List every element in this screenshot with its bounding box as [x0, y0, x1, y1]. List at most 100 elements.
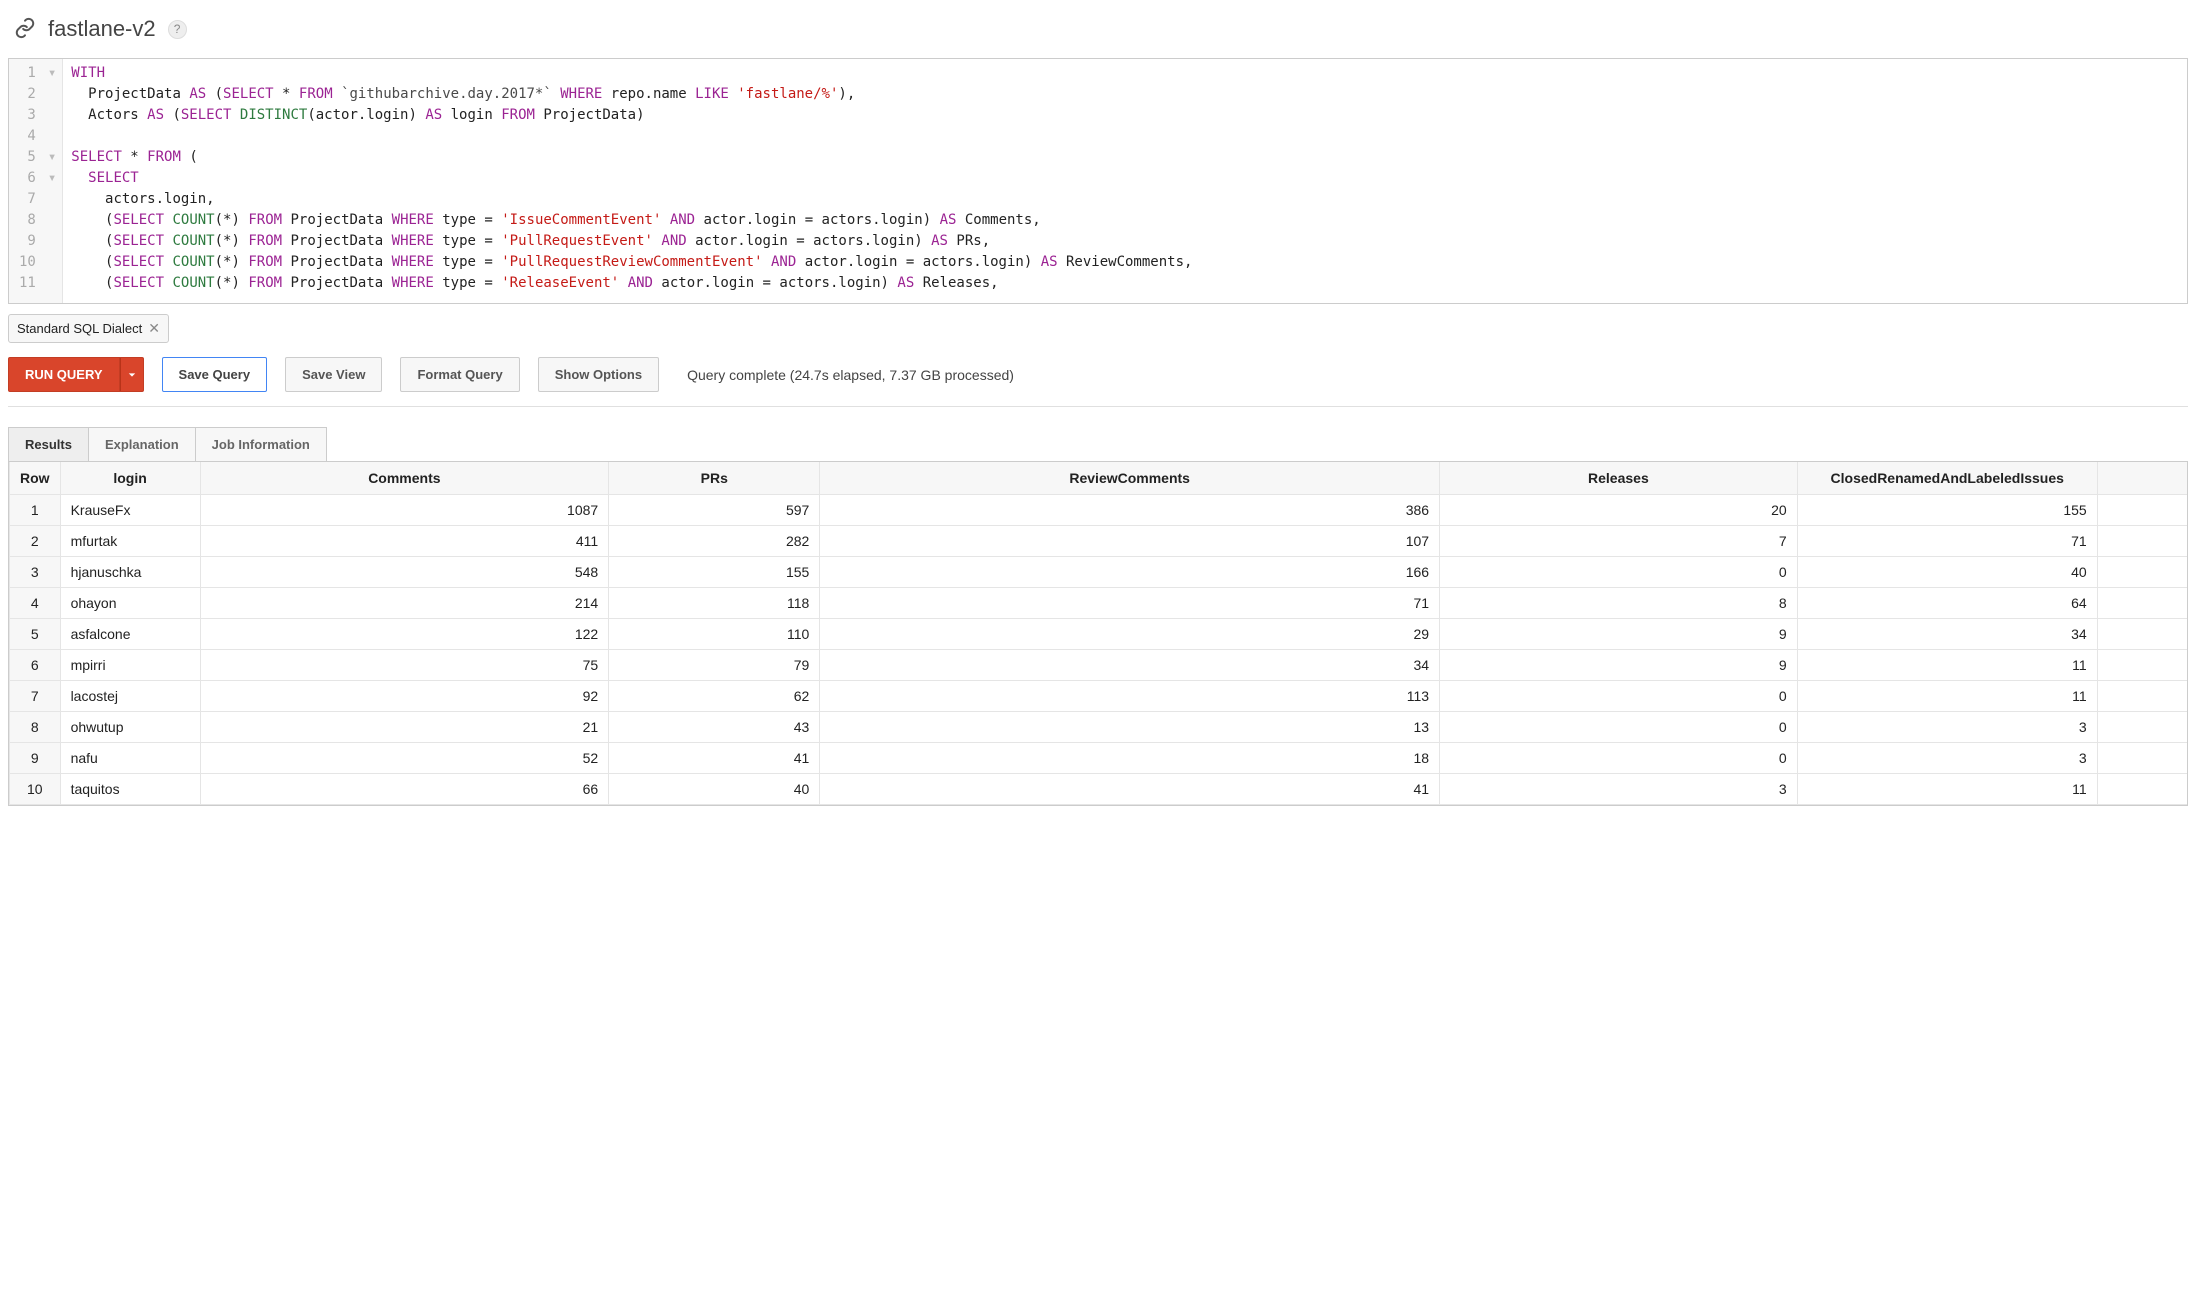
table-row[interactable]: 8ohwutup21431303 — [10, 712, 2188, 743]
cell: 548 — [200, 557, 609, 588]
editor-code[interactable]: WITH ProjectData AS (SELECT * FROM `gith… — [63, 59, 2187, 303]
cell: lacostej — [60, 681, 200, 712]
cell: 10 — [10, 774, 61, 805]
divider — [8, 406, 2188, 407]
cell: 3 — [1797, 743, 2097, 774]
table-row[interactable]: 9nafu52411803 — [10, 743, 2188, 774]
close-icon[interactable]: ✕ — [148, 320, 160, 337]
cell: 43 — [609, 712, 820, 743]
cell: 40 — [1797, 557, 2097, 588]
table-row[interactable]: 5asfalcone12211029934 — [10, 619, 2188, 650]
cell: 155 — [1797, 495, 2097, 526]
table-row[interactable]: 3hjanuschka548155166040 — [10, 557, 2188, 588]
cell: 9 — [10, 743, 61, 774]
table-row[interactable]: 4ohayon21411871864 — [10, 588, 2188, 619]
cell: 11 — [1797, 650, 2097, 681]
help-icon[interactable]: ? — [168, 20, 187, 39]
table-header-row: RowloginCommentsPRsReviewCommentsRelease… — [10, 462, 2188, 495]
tab-job-information[interactable]: Job Information — [195, 427, 327, 461]
cell: 6 — [10, 650, 61, 681]
cell: 7 — [1440, 526, 1798, 557]
cell: 166 — [820, 557, 1440, 588]
cell: 34 — [1797, 619, 2097, 650]
cell: 8 — [10, 712, 61, 743]
cell: hjanuschka — [60, 557, 200, 588]
cell: 0 — [1440, 557, 1798, 588]
cell: 9 — [1440, 650, 1798, 681]
cell-filler — [2097, 743, 2187, 774]
cell: 1087 — [200, 495, 609, 526]
cell: 40 — [609, 774, 820, 805]
cell: 29 — [820, 619, 1440, 650]
table-row[interactable]: 2mfurtak411282107771 — [10, 526, 2188, 557]
cell: 71 — [820, 588, 1440, 619]
table-row[interactable]: 1KrauseFx108759738620155 — [10, 495, 2188, 526]
tab-results[interactable]: Results — [8, 427, 89, 461]
cell: 3 — [1797, 712, 2097, 743]
tab-explanation[interactable]: Explanation — [88, 427, 196, 461]
cell: 21 — [200, 712, 609, 743]
col-comments: Comments — [200, 462, 609, 495]
col-login: login — [60, 462, 200, 495]
sql-editor[interactable]: 1 2 3 4 5 6 7 8 9 10 11 ▾ ▾ ▾ WITH Proje… — [8, 58, 2188, 304]
editor-gutter: 1 2 3 4 5 6 7 8 9 10 11 ▾ ▾ ▾ — [9, 59, 63, 303]
cell: KrauseFx — [60, 495, 200, 526]
table-row[interactable]: 10taquitos664041311 — [10, 774, 2188, 805]
cell: 155 — [609, 557, 820, 588]
toolbar: RUN QUERY Save Query Save View Format Qu… — [8, 357, 2188, 392]
cell: 92 — [200, 681, 609, 712]
link-icon — [14, 17, 36, 42]
cell: 11 — [1797, 774, 2097, 805]
col-filler — [2097, 462, 2187, 495]
cell: 79 — [609, 650, 820, 681]
table-row[interactable]: 6mpirri757934911 — [10, 650, 2188, 681]
run-query-dropdown[interactable] — [120, 357, 144, 392]
cell: mpirri — [60, 650, 200, 681]
cell: 122 — [200, 619, 609, 650]
chip-label: Standard SQL Dialect — [17, 321, 142, 336]
cell-filler — [2097, 650, 2187, 681]
cell: 66 — [200, 774, 609, 805]
cell-filler — [2097, 619, 2187, 650]
table-row[interactable]: 7lacostej9262113011 — [10, 681, 2188, 712]
cell: ohayon — [60, 588, 200, 619]
cell: 386 — [820, 495, 1440, 526]
cell: 9 — [1440, 619, 1798, 650]
cell: 71 — [1797, 526, 2097, 557]
cell: 282 — [609, 526, 820, 557]
cell: 8 — [1440, 588, 1798, 619]
cell: 118 — [609, 588, 820, 619]
cell: 4 — [10, 588, 61, 619]
cell: 52 — [200, 743, 609, 774]
cell-filler — [2097, 588, 2187, 619]
run-query-button[interactable]: RUN QUERY — [8, 357, 120, 392]
cell: 41 — [609, 743, 820, 774]
cell: 1 — [10, 495, 61, 526]
cell: 5 — [10, 619, 61, 650]
cell: 7 — [10, 681, 61, 712]
save-query-button[interactable]: Save Query — [162, 357, 268, 392]
page-header: fastlane-v2 ? — [8, 8, 2188, 58]
cell: ohwutup — [60, 712, 200, 743]
save-view-button[interactable]: Save View — [285, 357, 382, 392]
sql-dialect-chip[interactable]: Standard SQL Dialect ✕ — [8, 314, 169, 343]
show-options-button[interactable]: Show Options — [538, 357, 659, 392]
cell-filler — [2097, 712, 2187, 743]
page-title: fastlane-v2 — [48, 16, 156, 42]
col-reviewcomments: ReviewComments — [820, 462, 1440, 495]
cell: 110 — [609, 619, 820, 650]
cell: 0 — [1440, 712, 1798, 743]
results-table-wrap: RowloginCommentsPRsReviewCommentsRelease… — [8, 461, 2188, 806]
cell: 107 — [820, 526, 1440, 557]
cell: 214 — [200, 588, 609, 619]
cell: 62 — [609, 681, 820, 712]
col-row: Row — [10, 462, 61, 495]
query-status: Query complete (24.7s elapsed, 7.37 GB p… — [687, 367, 1014, 383]
cell: 75 — [200, 650, 609, 681]
cell: mfurtak — [60, 526, 200, 557]
cell: 113 — [820, 681, 1440, 712]
format-query-button[interactable]: Format Query — [400, 357, 519, 392]
cell: 411 — [200, 526, 609, 557]
cell-filler — [2097, 774, 2187, 805]
cell: 2 — [10, 526, 61, 557]
